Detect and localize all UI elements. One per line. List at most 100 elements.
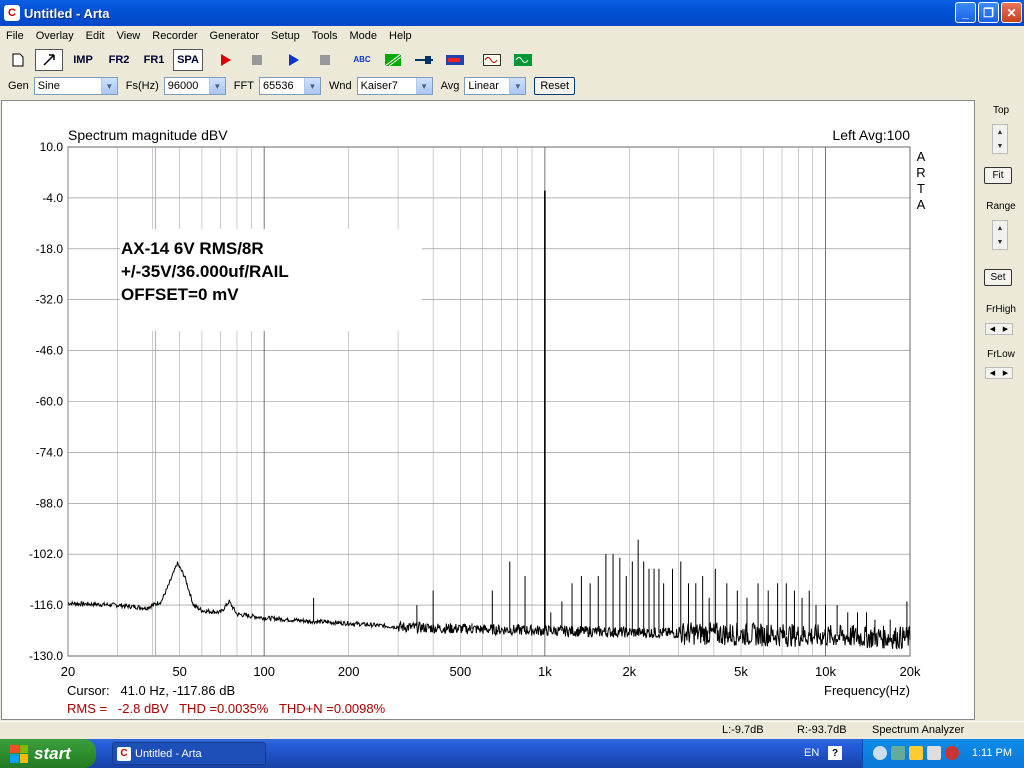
fs-select[interactable]: 96000 ▼ [163,77,226,95]
x-tick-label: 50 [172,664,186,679]
chevron-down-icon: ▼ [509,78,526,94]
network-icon[interactable] [891,746,905,760]
record-icon[interactable] [212,49,240,71]
chevron-up-icon[interactable]: ▲ [997,129,1004,136]
wnd-value: Kaiser7 [360,80,398,92]
frlow-spinner[interactable]: ◀ ▶ [985,367,1013,379]
top-spinner[interactable]: ▲ ▼ [992,124,1008,154]
start-button[interactable]: start [0,739,96,768]
cursor-readout: Cursor: 41.0 Hz, -117.86 dB [67,683,235,698]
wnd-label: Wnd [328,80,352,92]
x-tick-label: 1k [538,664,552,679]
frhigh-spinner[interactable]: ◀ ▶ [985,323,1013,335]
maximize-button[interactable]: ❐ [978,2,999,23]
taskbar-item-arta[interactable]: C Untitled - Arta [112,742,266,765]
fs-label: Fs(Hz) [125,80,159,92]
fft-value: 65536 [262,80,294,92]
tray-arrow-icon[interactable] [873,746,887,760]
x-tick-label: 10k [815,664,836,679]
stop-record-icon[interactable] [243,49,271,71]
x-tick-label: 2k [622,664,636,679]
chevron-down-icon[interactable]: ▼ [997,239,1004,246]
brand-letter-t: T [917,181,925,196]
menu-overlay[interactable]: Overlay [30,30,80,42]
status-mode: Spectrum Analyzer [872,724,965,736]
brand-letter-r: R [916,165,925,180]
stop-play-icon[interactable] [311,49,339,71]
close-button[interactable]: ✕ [1001,2,1022,23]
chevron-left-icon[interactable]: ◀ [990,369,995,377]
channel-info: Left Avg:100 [832,127,910,143]
menu-bar: File Overlay Edit View Recorder Generato… [0,26,1024,45]
fs-value: 96000 [167,80,199,92]
plot-area[interactable]: 10.0 -4.0 -18.0 -32.0 -46.0 -60.0 -74.0 -88.0 -1… [1,100,975,720]
monitor-icon[interactable] [927,746,941,760]
grid-icon[interactable] [379,49,407,71]
range-label: Range [986,201,1016,212]
menu-view[interactable]: View [111,30,147,42]
cursor-tool-icon[interactable] [35,48,63,71]
menu-help[interactable]: Help [383,30,418,42]
y-tick-label: -102.0 [29,547,63,561]
menu-mode[interactable]: Mode [343,30,383,42]
status-left-level: L:-9.7dB [722,724,764,736]
chevron-up-icon[interactable]: ▲ [997,225,1004,232]
x-tick-label: 20k [900,664,921,679]
signal-icon[interactable] [509,49,537,71]
system-tray: 1:11 PM [862,739,1024,768]
x-tick-label: 20 [61,664,75,679]
menu-setup[interactable]: Setup [265,30,306,42]
imp-mode-button[interactable]: IMP [66,49,100,71]
folder-icon[interactable] [909,746,923,760]
top-label: Top [992,105,1010,116]
y-tick-label: -32.0 [36,293,64,307]
fft-select[interactable]: 65536 ▼ [258,77,321,95]
fr2-mode-button[interactable]: FR2 [103,49,135,71]
gen-label: Gen [8,80,29,92]
chevron-right-icon[interactable]: ▶ [1003,325,1008,333]
window-title: Untitled - Arta [24,5,110,21]
spa-mode-button[interactable]: SPA [173,48,203,71]
toolbar: IMP FR2 FR1 SPA ABC [0,47,1024,72]
x-tick-label: 500 [450,664,472,679]
new-file-icon[interactable] [4,49,32,71]
control-bar: Gen Sine ▼ Fs(Hz) 96000 ▼ FFT 65536 ▼ Wnd K… [0,74,1024,98]
menu-file[interactable]: File [0,30,30,42]
avg-select[interactable]: Linear ▼ [464,77,527,95]
y-tick-label: -116.0 [30,598,63,612]
range-spinner[interactable]: ▲ ▼ [992,220,1008,250]
fit-button[interactable]: Fit [984,167,1012,184]
chevron-down-icon[interactable]: ▼ [997,143,1004,150]
reset-button[interactable]: Reset [534,77,576,95]
play-icon[interactable] [280,49,308,71]
set-button[interactable]: Set [984,269,1012,286]
gen-value: Sine [37,80,60,92]
spectrum-chart[interactable]: 10.0 -4.0 -18.0 -32.0 -46.0 -60.0 -74.0 -88.0 -1… [2,101,976,721]
wnd-select[interactable]: Kaiser7 ▼ [356,77,433,95]
menu-tools[interactable]: Tools [306,30,344,42]
app-icon: C [4,5,20,21]
y-tick-labels: 10.0 -4.0 -18.0 -32.0 -46.0 -60.0 -74.0 -88.0 -1… [29,140,63,663]
y-tick-label: 10.0 [40,140,64,154]
level-meter-icon[interactable] [441,49,469,71]
menu-generator[interactable]: Generator [204,30,266,42]
menu-edit[interactable]: Edit [80,30,111,42]
x-tick-label: 5k [734,664,748,679]
scope-icon[interactable] [478,49,506,71]
help-icon[interactable]: ? [828,746,842,760]
label-icon[interactable]: ABC [348,49,376,71]
frhigh-label: FrHigh [985,304,1016,315]
menu-recorder[interactable]: Recorder [146,30,203,42]
slider-icon[interactable] [410,49,438,71]
minimize-button[interactable]: _ [955,2,976,23]
language-indicator[interactable]: EN [804,747,819,759]
arta-app-icon: C [117,746,131,761]
avg-value: Linear [468,80,499,92]
gen-select[interactable]: Sine ▼ [33,77,118,95]
security-icon[interactable] [945,746,959,760]
chevron-left-icon[interactable]: ◀ [990,325,995,333]
start-label: start [34,743,71,763]
fr1-mode-button[interactable]: FR1 [138,49,170,71]
chevron-right-icon[interactable]: ▶ [1003,369,1008,377]
measurements-readout: RMS = -2.8 dBV THD =0.0035% THD+N =0.009… [67,701,386,716]
